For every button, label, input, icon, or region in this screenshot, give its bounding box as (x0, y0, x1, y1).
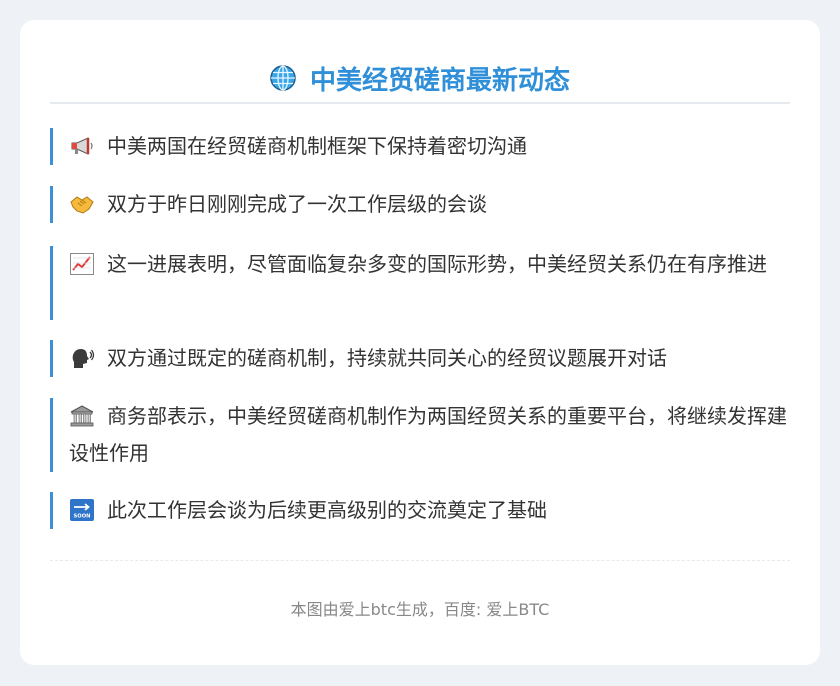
page-title: 中美经贸磋商最新动态 (309, 65, 570, 96)
bank-building-icon (70, 405, 94, 427)
megaphone-icon (71, 137, 93, 155)
item-text: 这一进展表明，尽管面临复杂多变的国际形势，中美经贸关系仍在有序推进 (107, 252, 767, 276)
chart-increasing-icon (70, 253, 94, 275)
item-text: 此次工作层会谈为后续更高级别的交流奠定了基础 (107, 498, 547, 522)
list-item: SOON 此次工作层会谈为后续更高级别的交流奠定了基础 (50, 492, 790, 529)
list-item: 双方于昨日刚刚完成了一次工作层级的会谈 (50, 186, 790, 223)
handshake-icon (70, 196, 94, 214)
footer-divider (50, 560, 790, 561)
item-text: 双方通过既定的磋商机制，持续就共同关心的经贸议题展开对话 (107, 346, 667, 370)
svg-text:SOON: SOON (74, 514, 91, 520)
item-text: 双方于昨日刚刚完成了一次工作层级的会谈 (107, 192, 487, 216)
item-text: 中美两国在经贸磋商机制框架下保持着密切沟通 (107, 134, 527, 158)
list-item: 双方通过既定的磋商机制，持续就共同关心的经贸议题展开对话 (50, 340, 790, 377)
item-text: 商务部表示，中美经贸磋商机制作为两国经贸关系的重要平台，将继续发挥建设性作用 (69, 404, 787, 465)
list-item: 这一进展表明，尽管面临复杂多变的国际形势，中美经贸关系仍在有序推进 (50, 246, 790, 320)
soon-arrow-icon: SOON (70, 499, 94, 521)
title-row: 中美经贸磋商最新动态 (50, 58, 790, 98)
title-divider (50, 102, 790, 104)
speaking-head-icon (72, 349, 95, 368)
list-item: 中美两国在经贸磋商机制框架下保持着密切沟通 (50, 128, 790, 165)
list-item: 商务部表示，中美经贸磋商机制作为两国经贸关系的重要平台，将继续发挥建设性作用 (50, 398, 790, 472)
footer-credit: 本图由爱上btc生成，百度: 爱上BTC (290, 600, 550, 619)
globe-icon (270, 65, 296, 91)
news-card: 中美经贸磋商最新动态 中美两国在经贸磋商机制框架下保持着密切沟通 双方于昨日刚刚… (20, 20, 820, 665)
